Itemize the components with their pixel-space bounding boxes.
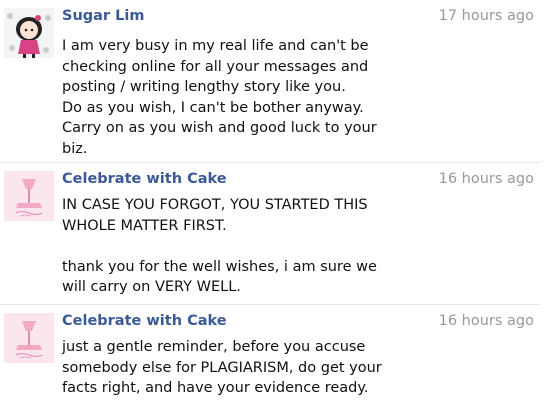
message-body: IN CASE YOU FORGOT, YOU STARTED THIS WHO… xyxy=(62,195,532,298)
pink-cake-logo-icon xyxy=(4,171,54,221)
pink-cake-logo-icon xyxy=(4,313,54,363)
message-line: will carry on VERY WELL. xyxy=(62,279,241,295)
timestamp: 17 hours ago xyxy=(438,8,534,24)
message-line: just a gentle reminder, before you accus… xyxy=(62,339,366,355)
timestamp: 16 hours ago xyxy=(438,171,534,187)
message-line xyxy=(62,236,532,257)
message-body: I am very busy in my real life and can't… xyxy=(62,36,532,159)
avatar[interactable] xyxy=(4,313,54,363)
message-line: biz. xyxy=(62,140,88,157)
message-line: checking online for all your messages an… xyxy=(62,58,369,75)
timestamp: 16 hours ago xyxy=(438,313,534,329)
message-line: somebody else for PLAGIARISM, do get you… xyxy=(62,359,382,376)
message-body: just a gentle reminder, before you accus… xyxy=(62,337,532,399)
message-item: Sugar Lim 17 hours ago I am very busy in… xyxy=(0,0,548,162)
cartoon-girl-avatar-icon xyxy=(4,8,54,58)
message-line: Carry on as you wish and good luck to yo… xyxy=(62,120,377,136)
message-line: Do as you wish, I can't be bother anyway… xyxy=(62,99,364,116)
message-line: IN CASE YOU FORGOT, YOU STARTED THIS xyxy=(62,197,368,213)
message-line: I am very busy in my real life and can't… xyxy=(62,38,369,54)
author-link[interactable]: Sugar Lim xyxy=(62,8,144,24)
message-line: posting / writing lengthy story like you… xyxy=(62,79,346,95)
avatar[interactable] xyxy=(4,8,54,58)
message-line: facts right, and have your evidence read… xyxy=(62,380,369,396)
message-line: thank you for the well wishes, i am sure… xyxy=(62,258,377,275)
avatar[interactable] xyxy=(4,171,54,221)
message-item: Celebrate with Cake 16 hours ago IN CASE… xyxy=(0,163,548,303)
message-line: WHOLE MATTER FIRST. xyxy=(62,217,227,234)
author-link[interactable]: Celebrate with Cake xyxy=(62,313,227,329)
message-item: Celebrate with Cake 16 hours ago just a … xyxy=(0,305,548,407)
author-link[interactable]: Celebrate with Cake xyxy=(62,171,227,187)
